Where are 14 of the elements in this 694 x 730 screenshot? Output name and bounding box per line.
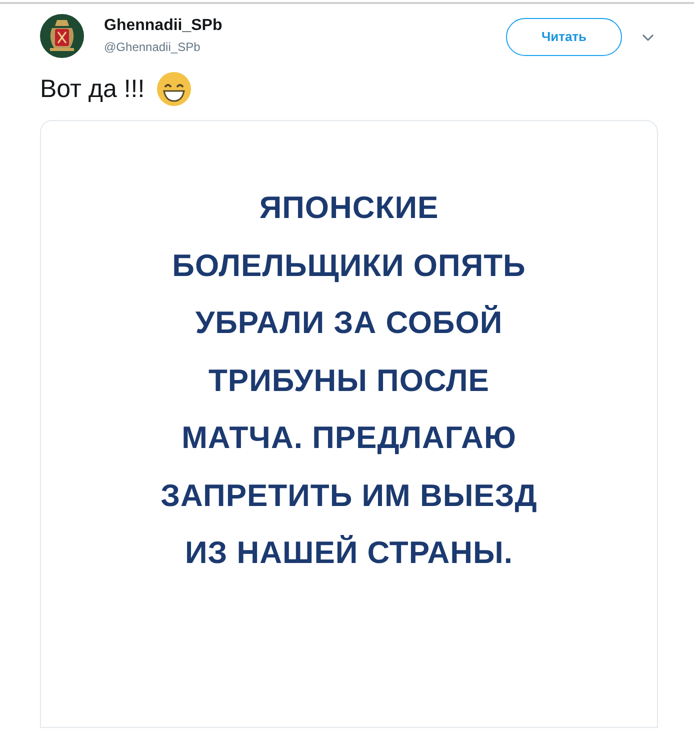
- image-text-line: МАТЧА. ПРЕДЛАГАЮ: [182, 419, 516, 457]
- image-text-line: УБРАЛИ ЗА СОБОЙ: [195, 304, 503, 342]
- display-name[interactable]: Ghennadii_SPb: [104, 16, 222, 36]
- image-text-line: ТРИБУНЫ ПОСЛЕ: [208, 362, 490, 400]
- user-handle: @Ghennadii_SPb: [104, 39, 202, 55]
- chevron-down-icon[interactable]: [642, 34, 654, 42]
- grinning-emoji-icon: [156, 72, 191, 106]
- avatar[interactable]: [40, 14, 84, 58]
- image-text-line: ЗАПРЕТИТЬ ИМ ВЫЕЗД: [160, 476, 538, 514]
- image-card[interactable]: ЯПОНСКИЕ БОЛЕЛЬЩИКИ ОПЯТЬ УБРАЛИ ЗА СОБОЙ ТРИБУНЫ ПОСЛЕ МАТЧА. ПРЕДЛАГАЮ ЗАПРЕТИТЬ ИМ ВЫЕЗД ИЗ НАШЕЙ СТРАНЫ.: [40, 120, 658, 728]
- tweet-text: Вот да !!!: [40, 74, 145, 105]
- image-text-line: ЯПОНСКИЕ: [259, 189, 439, 227]
- image-text-line: ИЗ НАШЕЙ СТРАНЫ.: [184, 534, 514, 572]
- image-text-line: БОЛЕЛЬЩИКИ ОПЯТЬ: [172, 246, 526, 284]
